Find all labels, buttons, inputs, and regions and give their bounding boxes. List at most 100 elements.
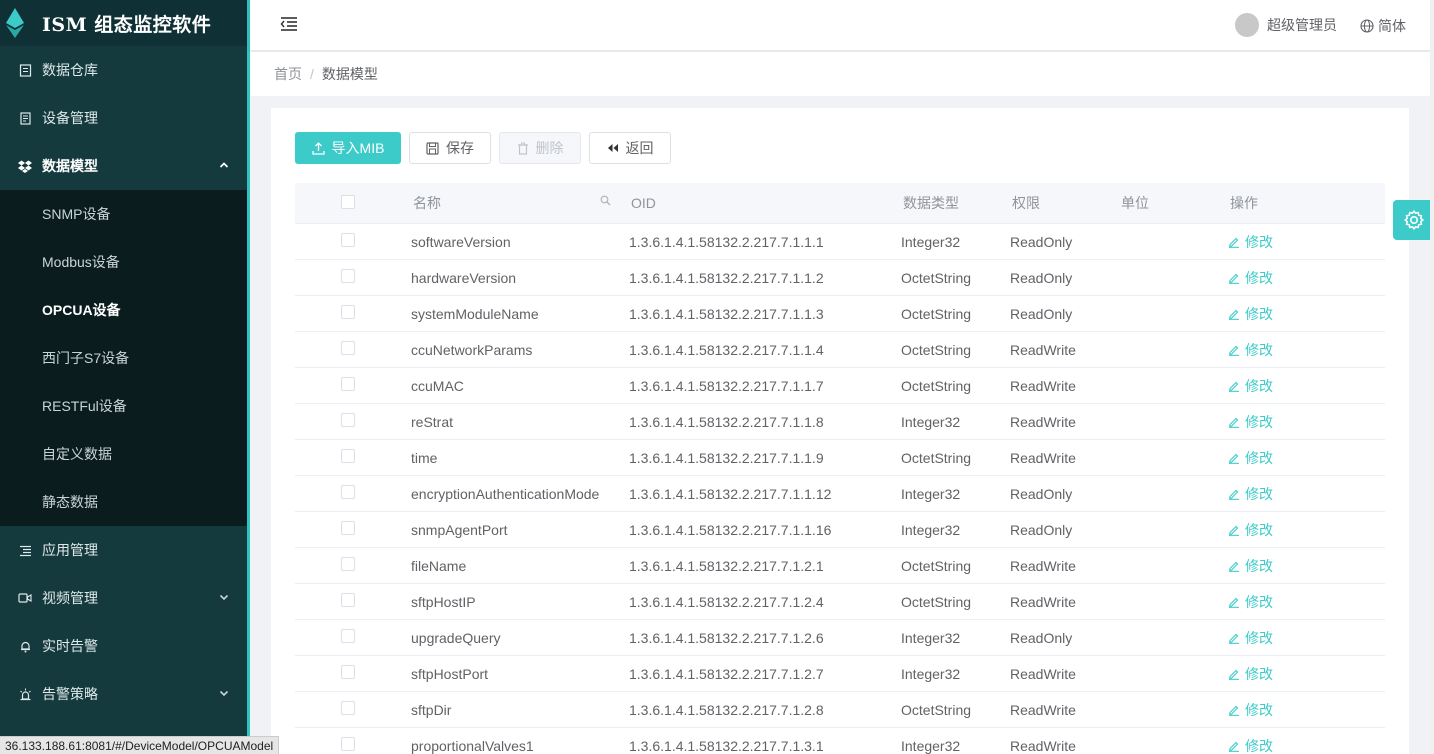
edit-link[interactable]: 修改 [1228, 340, 1273, 360]
cell-type: OctetString [901, 377, 972, 394]
edit-link[interactable]: 修改 [1228, 484, 1273, 504]
table-row[interactable]: ccuMAC 1.3.6.1.4.1.58132.2.217.7.1.1.7 Oct… [295, 368, 1385, 404]
sidebar-item-data-warehouse[interactable]: 数据仓库 [0, 46, 247, 94]
row-checkbox[interactable] [341, 665, 355, 679]
sidebar-edge [247, 0, 250, 754]
data-model-table: 名称 OID 数据类型 权限 单位 操作 softwareVersion 1.3.… [295, 183, 1385, 754]
edit-icon [1229, 489, 1239, 500]
edit-link[interactable]: 修改 [1228, 736, 1273, 754]
edit-label: 修改 [1245, 665, 1273, 682]
edit-link[interactable]: 修改 [1228, 376, 1273, 396]
table-row[interactable]: sftpHostIP 1.3.6.1.4.1.58132.2.217.7.1.2.… [295, 584, 1385, 620]
sidebar-item-alarm-policy[interactable]: 告警策略 [0, 670, 247, 718]
table-row[interactable]: ccuNetworkParams 1.3.6.1.4.1.58132.2.217.… [295, 332, 1385, 368]
cell-type: Integer32 [901, 485, 961, 502]
sidebar-item-device-management[interactable]: 设备管理 [0, 94, 247, 142]
cell-permission: ReadWrite [1010, 701, 1076, 718]
table-row[interactable]: hardwareVersion 1.3.6.1.4.1.58132.2.217.7… [295, 260, 1385, 296]
cell-type: Integer32 [901, 737, 961, 754]
edit-link[interactable]: 修改 [1228, 304, 1273, 324]
avatar [1235, 13, 1259, 37]
table-row[interactable]: sftpDir 1.3.6.1.4.1.58132.2.217.7.1.2.8 Oc… [295, 692, 1385, 728]
edit-link[interactable]: 修改 [1228, 556, 1273, 576]
cell-name: sftpHostIP [411, 593, 476, 610]
delete-label: 删除 [535, 140, 564, 156]
data-model-submenu: SNMP设备 Modbus设备 OPCUA设备 西门子S7设备 RESTFul设… [0, 190, 247, 526]
table-row[interactable]: snmpAgentPort 1.3.6.1.4.1.58132.2.217.7.1… [295, 512, 1385, 548]
edit-link[interactable]: 修改 [1228, 664, 1273, 684]
table-row[interactable]: fileName 1.3.6.1.4.1.58132.2.217.7.1.2.1 O… [295, 548, 1385, 584]
save-button[interactable]: 保存 [409, 132, 491, 164]
row-checkbox[interactable] [341, 629, 355, 643]
row-checkbox[interactable] [341, 737, 355, 751]
page-scrollbar[interactable] [1430, 0, 1434, 754]
sidebar-item-video-management[interactable]: 视频管理 [0, 574, 247, 622]
row-checkbox[interactable] [341, 233, 355, 247]
sidebar-subitem-snmp[interactable]: SNMP设备 [0, 190, 247, 238]
sidebar: ISM 组态监控软件 数据仓库 设备管理 数据模型 SNMP设备 Modbus设… [0, 0, 247, 754]
delete-button[interactable]: 删除 [499, 132, 581, 164]
edit-label: 修改 [1245, 737, 1273, 754]
sidebar-subitem-opcua[interactable]: OPCUA设备 [0, 286, 247, 334]
edit-link[interactable]: 修改 [1228, 412, 1273, 432]
row-checkbox[interactable] [341, 377, 355, 391]
table-row[interactable]: time 1.3.6.1.4.1.58132.2.217.7.1.1.9 Octet… [295, 440, 1385, 476]
edit-link[interactable]: 修改 [1228, 520, 1273, 540]
row-checkbox[interactable] [341, 413, 355, 427]
import-mib-button[interactable]: 导入MIB [295, 132, 401, 164]
table-row[interactable]: reStrat 1.3.6.1.4.1.58132.2.217.7.1.1.8 In… [295, 404, 1385, 440]
row-checkbox[interactable] [341, 449, 355, 463]
trash-icon [517, 142, 528, 155]
table-row[interactable]: softwareVersion 1.3.6.1.4.1.58132.2.217.7… [295, 224, 1385, 260]
search-icon[interactable] [600, 195, 611, 206]
row-checkbox-cell [295, 377, 405, 394]
row-checkbox[interactable] [341, 269, 355, 283]
edit-link[interactable]: 修改 [1228, 700, 1273, 720]
table-row[interactable]: upgradeQuery 1.3.6.1.4.1.58132.2.217.7.1.… [295, 620, 1385, 656]
table-row[interactable]: systemModuleName 1.3.6.1.4.1.58132.2.217.… [295, 296, 1385, 332]
select-all-checkbox[interactable] [341, 194, 355, 209]
sidebar-subitem-custom-data[interactable]: 自定义数据 [0, 430, 247, 478]
breadcrumb-home[interactable]: 首页 [274, 64, 302, 84]
edit-link[interactable]: 修改 [1228, 268, 1273, 288]
row-checkbox[interactable] [341, 341, 355, 355]
import-mib-label: 导入MIB [331, 140, 385, 156]
settings-tab[interactable] [1393, 200, 1434, 240]
table-row[interactable]: encryptionAuthenticationMode 1.3.6.1.4.1.… [295, 476, 1385, 512]
sidebar-item-app-management[interactable]: 应用管理 [0, 526, 247, 574]
sidebar-subitem-restful[interactable]: RESTFul设备 [0, 382, 247, 430]
edit-link[interactable]: 修改 [1228, 628, 1273, 648]
edit-icon [1229, 453, 1239, 464]
edit-icon [1229, 561, 1239, 572]
sidebar-subitem-static-data[interactable]: 静态数据 [0, 478, 247, 526]
sidebar-subitem-siemens-s7[interactable]: 西门子S7设备 [0, 334, 247, 382]
sidebar-item-realtime-alarm[interactable]: 实时告警 [0, 622, 247, 670]
user-menu[interactable]: 超级管理员 [1235, 13, 1337, 37]
cell-name: softwareVersion [411, 233, 511, 250]
edit-link[interactable]: 修改 [1228, 448, 1273, 468]
sidebar-subitem-label: SNMP设备 [42, 206, 111, 222]
edit-icon [1229, 669, 1239, 680]
language-switch[interactable]: 简体 [1360, 16, 1406, 36]
cell-name: upgradeQuery [411, 629, 501, 646]
table-row[interactable]: sftpHostPort 1.3.6.1.4.1.58132.2.217.7.1.… [295, 656, 1385, 692]
row-checkbox[interactable] [341, 593, 355, 607]
row-checkbox[interactable] [341, 521, 355, 535]
row-checkbox[interactable] [341, 701, 355, 715]
header-name-cell: 名称 [405, 193, 623, 213]
back-button[interactable]: 返回 [589, 132, 671, 164]
row-checkbox[interactable] [341, 485, 355, 499]
table-row[interactable]: proportionalValves1 1.3.6.1.4.1.58132.2.2… [295, 728, 1385, 754]
row-checkbox[interactable] [341, 557, 355, 571]
menu-fold-icon[interactable] [280, 16, 298, 32]
column-header-oid: OID [631, 195, 656, 211]
cell-action: 修改 [1222, 232, 1342, 252]
app-logo[interactable]: ISM 组态监控软件 [0, 0, 247, 46]
cell-action: 修改 [1222, 340, 1342, 360]
sidebar-item-data-model[interactable]: 数据模型 [0, 142, 247, 190]
sidebar-subitem-modbus[interactable]: Modbus设备 [0, 238, 247, 286]
edit-link[interactable]: 修改 [1228, 592, 1273, 612]
row-checkbox[interactable] [341, 305, 355, 319]
cell-oid: 1.3.6.1.4.1.58132.2.217.7.1.2.8 [629, 701, 824, 718]
edit-link[interactable]: 修改 [1228, 232, 1273, 252]
